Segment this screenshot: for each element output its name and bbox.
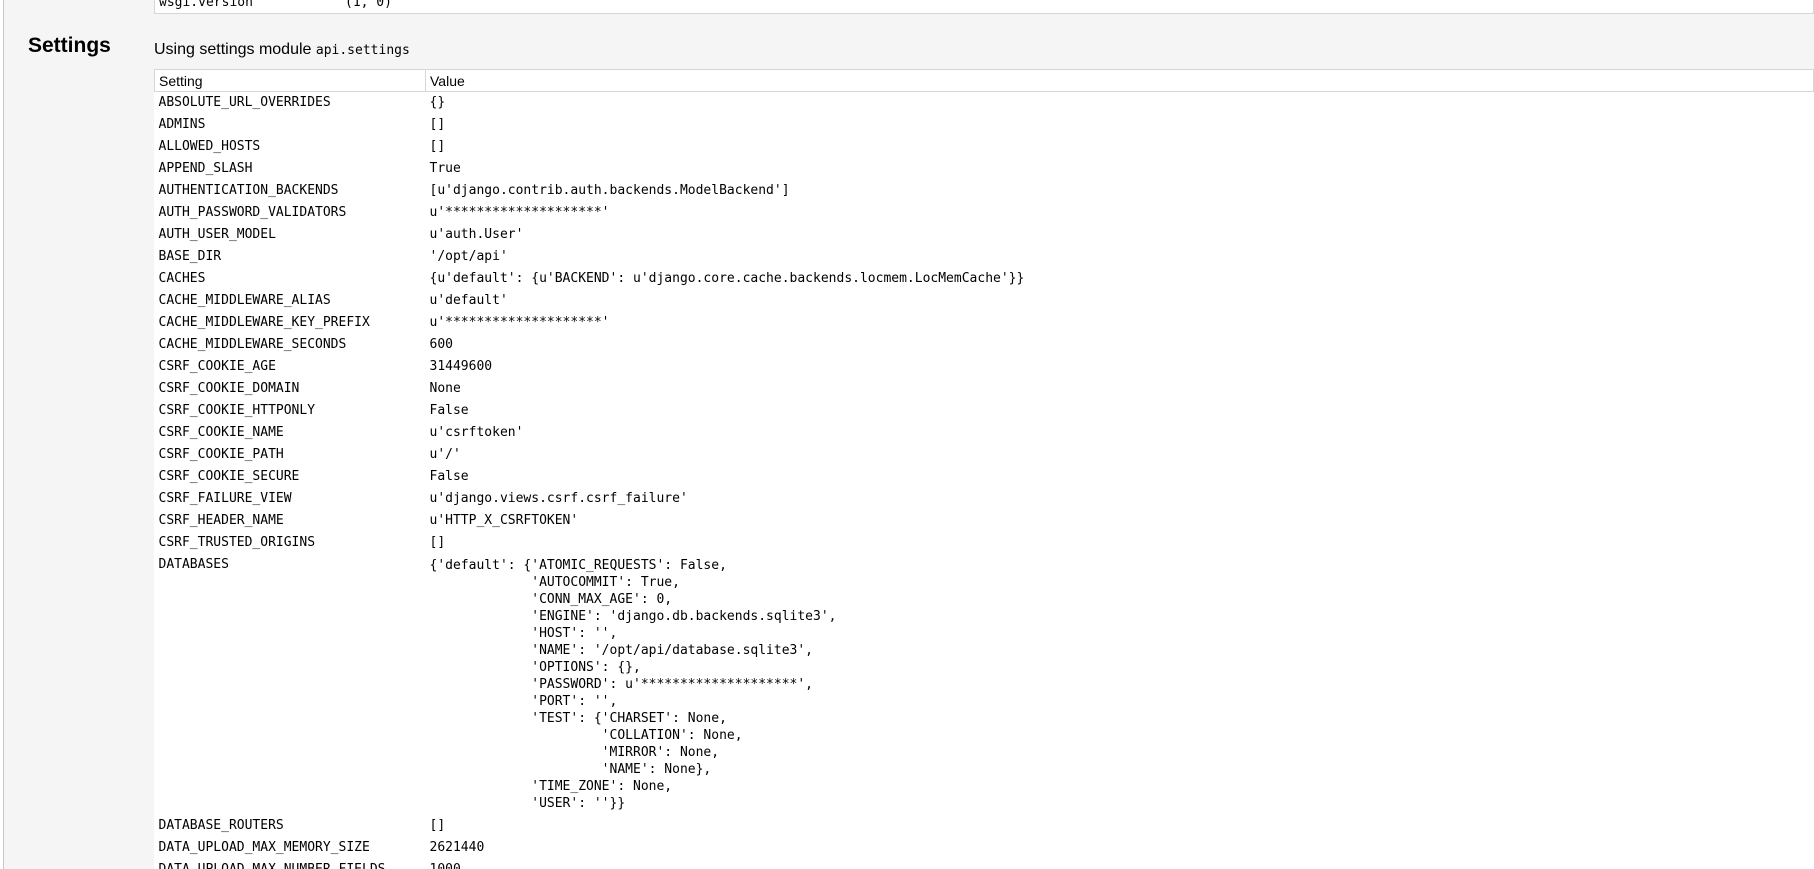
setting-value: False [429,469,469,484]
setting-value: 2621440 [429,840,485,855]
table-row: DATA_UPLOAD_MAX_MEMORY_SIZE 2621440 [155,837,1814,859]
setting-name: DATABASE_ROUTERS [158,818,284,833]
setting-name: CACHE_MIDDLEWARE_KEY_PREFIX [158,315,370,330]
setting-name: ALLOWED_HOSTS [158,139,261,154]
section-title: Settings [28,34,111,57]
setting-name: BASE_DIR [158,249,222,264]
setting-name: DATA_UPLOAD_MAX_NUMBER_FIELDS [155,859,426,869]
setting-value: u'/' [429,447,461,462]
table-row: DATABASES {'default': {'ATOMIC_REQUESTS':… [155,554,1814,815]
setting-value: None [429,381,461,396]
previous-row-value: (1, 0) [345,0,392,10]
table-row: CSRF_COOKIE_HTTPONLY False [155,400,1814,422]
setting-name: ABSOLUTE_URL_OVERRIDES [158,95,331,110]
table-row: BASE_DIR '/opt/api' [155,246,1814,268]
setting-value: u'csrftoken' [429,425,524,440]
settings-module-line: Using settings module api.settings [154,41,410,59]
module-line-prefix: Using settings module [154,41,312,58]
setting-value: [u'django.contrib.auth.backends.ModelBac… [429,183,790,198]
table-row: AUTH_PASSWORD_VALIDATORS u'**************… [155,202,1814,224]
setting-value: u'django.views.csrf.csrf_failure' [429,491,688,506]
setting-value: True [429,161,461,176]
table-row: AUTHENTICATION_BACKENDS [u'django.contrib… [155,180,1814,202]
table-row: CACHE_MIDDLEWARE_ALIAS u'default' [155,290,1814,312]
table-row: CSRF_COOKIE_AGE 31449600 [155,356,1814,378]
setting-name: CSRF_COOKIE_SECURE [158,469,300,484]
table-header-row: Setting Value [154,69,1814,92]
setting-name: CSRF_COOKIE_PATH [158,447,284,462]
setting-value: 31449600 [429,359,493,374]
table-row: CACHE_MIDDLEWARE_SECONDS 600 [155,334,1814,356]
setting-name: CSRF_COOKIE_NAME [158,425,284,440]
setting-value: [] [429,535,446,550]
table-row: CSRF_COOKIE_NAME u'csrftoken' [155,422,1814,444]
setting-value: '/opt/api' [429,249,508,264]
setting-name: CACHES [158,271,206,286]
previous-table-row: wsgi.version (1, 0) [154,0,1814,14]
setting-name: APPEND_SLASH [158,161,253,176]
module-name: api.settings [315,43,410,58]
table-row: DATA_UPLOAD_MAX_NUMBER_FIELDS1000 [155,859,1814,869]
setting-name: DATABASES [158,557,229,572]
setting-name: CSRF_FAILURE_VIEW [158,491,292,506]
setting-name: CSRF_COOKIE_AGE [158,359,276,374]
setting-value: u'default' [429,293,508,308]
setting-column-header: Setting [154,69,426,92]
setting-name: CSRF_TRUSTED_ORIGINS [158,535,316,550]
table-row: APPEND_SLASH True [155,158,1814,180]
value-column-header: Value [425,69,1814,92]
previous-row-key: wsgi.version [159,0,253,10]
setting-name: CSRF_COOKIE_DOMAIN [158,381,300,396]
setting-value: 600 [429,337,453,352]
table-row: AUTH_USER_MODEL u'auth.User' [155,224,1814,246]
table-row: CSRF_HEADER_NAME u'HTTP_X_CSRFTOKEN' [155,510,1814,532]
setting-name: AUTH_PASSWORD_VALIDATORS [158,205,347,220]
setting-value: u'auth.User' [429,227,524,242]
settings-table-body: ABSOLUTE_URL_OVERRIDES{} ADMINS[] ALLOWED_… [155,92,1814,869]
setting-value: False [429,403,469,418]
setting-value: [] [429,139,446,154]
setting-value: u'********************' [429,315,610,330]
setting-name: CSRF_HEADER_NAME [158,513,284,528]
setting-value: u'********************' [429,205,610,220]
setting-value: [] [429,117,446,132]
setting-value: 1000 [426,859,1814,869]
table-row: ABSOLUTE_URL_OVERRIDES {} [155,92,1814,115]
setting-name: DATA_UPLOAD_MAX_MEMORY_SIZE [158,840,370,855]
table-row: CSRF_COOKIE_PATH u'/' [155,444,1814,466]
setting-name: AUTH_USER_MODEL [158,227,276,242]
table-row: ALLOWED_HOSTS [] [155,136,1814,158]
setting-name: CACHE_MIDDLEWARE_SECONDS [158,337,347,352]
setting-name: AUTHENTICATION_BACKENDS [158,183,339,198]
table-row: DATABASE_ROUTERS [] [155,815,1814,837]
setting-value: {} [429,95,446,110]
setting-value: {'default': {'ATOMIC_REQUESTS': False, '… [429,558,837,811]
setting-value: [] [429,818,446,833]
setting-value: {u'default': {u'BACKEND': u'django.core.… [429,271,1025,286]
setting-name: CACHE_MIDDLEWARE_ALIAS [158,293,331,308]
table-row: CSRF_FAILURE_VIEW u'django.views.csrf.csr… [155,488,1814,510]
setting-name: CSRF_COOKIE_HTTPONLY [158,403,316,418]
table-row: CSRF_COOKIE_DOMAIN None [155,378,1814,400]
setting-name: ADMINS [158,117,206,132]
table-row: CACHE_MIDDLEWARE_KEY_PREFIX u'***********… [155,312,1814,334]
table-row: CACHES {u'default': {u'BACKEND': u'django… [155,268,1814,290]
table-row: ADMINS [] [155,114,1814,136]
settings-table: Setting Value ABSOLUTE_URL_OVERRIDES {} AD… [154,69,1814,869]
table-row: CSRF_COOKIE_SECURE False [155,466,1814,488]
setting-value: u'HTTP_X_CSRFTOKEN' [429,513,579,528]
table-row: CSRF_TRUSTED_ORIGINS [] [155,532,1814,554]
